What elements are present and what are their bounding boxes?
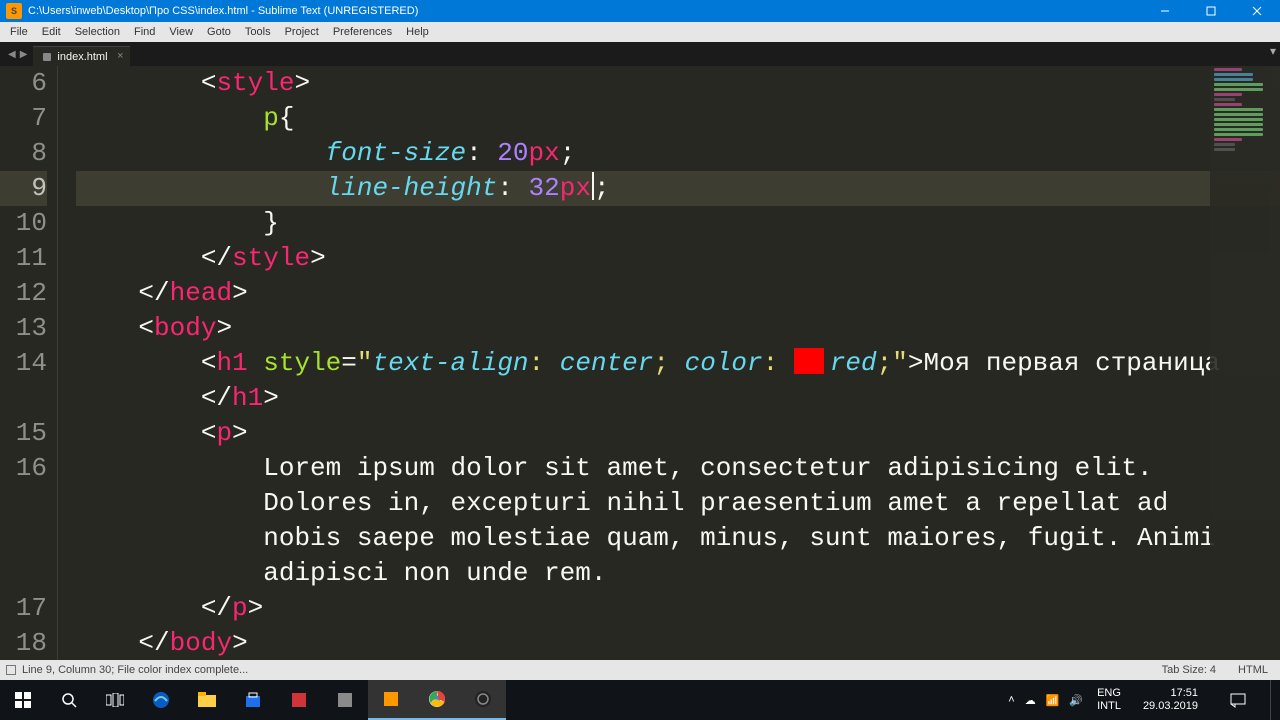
menu-view[interactable]: View	[163, 24, 199, 40]
status-tab-size[interactable]: Tab Size: 4	[1162, 664, 1216, 676]
tray-clock[interactable]: 17:5129.03.2019	[1135, 687, 1206, 713]
taskbar-explorer-icon[interactable]	[184, 680, 230, 720]
menu-edit[interactable]: Edit	[36, 24, 67, 40]
app-icon: S	[6, 3, 22, 19]
menu-file[interactable]: File	[4, 24, 34, 40]
taskbar-sublime-icon[interactable]	[368, 680, 414, 720]
taskbar-edge-icon[interactable]	[138, 680, 184, 720]
tab-history-back-icon[interactable]: ◀	[8, 49, 16, 60]
menu-help[interactable]: Help	[400, 24, 435, 40]
taskbar-store-icon[interactable]	[230, 680, 276, 720]
maximize-button[interactable]	[1188, 0, 1234, 22]
system-tray[interactable]: ˄ ☁ 📶 🔊 ENGINTL 17:5129.03.2019	[1004, 680, 1280, 720]
menu-project[interactable]: Project	[279, 24, 325, 40]
taskbar-app2-icon[interactable]	[322, 680, 368, 720]
status-text: Line 9, Column 30; File color index comp…	[22, 664, 248, 676]
notification-center-icon[interactable]	[1216, 680, 1260, 720]
menu-preferences[interactable]: Preferences	[327, 24, 398, 40]
minimize-button[interactable]	[1142, 0, 1188, 22]
code-editor[interactable]: 678910111213141516171819 <style> p{ font…	[0, 66, 1280, 660]
window-title-bar: S C:\Users\inweb\Desktop\Про CSS\index.h…	[0, 0, 1280, 22]
menu-tools[interactable]: Tools	[239, 24, 277, 40]
tab-label: index.html	[57, 51, 107, 63]
tray-volume-icon[interactable]: 🔊	[1069, 694, 1083, 707]
line-number-gutter: 678910111213141516171819	[0, 66, 58, 660]
taskbar-app1-icon[interactable]	[276, 680, 322, 720]
file-icon	[43, 53, 51, 61]
show-desktop-button[interactable]	[1270, 680, 1276, 720]
task-view-icon[interactable]	[92, 680, 138, 720]
search-icon[interactable]	[46, 680, 92, 720]
menu-find[interactable]: Find	[128, 24, 161, 40]
fold-column	[58, 66, 72, 660]
tab-overflow-icon[interactable]: ▾	[1270, 44, 1276, 58]
tab-history-fwd-icon[interactable]: ▶	[20, 49, 28, 60]
panel-switch-icon[interactable]	[6, 665, 16, 675]
menu-bar: FileEditSelectionFindViewGotoToolsProjec…	[0, 22, 1280, 42]
start-button[interactable]	[0, 680, 46, 720]
window-title: C:\Users\inweb\Desktop\Про CSS\index.htm…	[28, 5, 1142, 17]
tab-index-html[interactable]: index.html ×	[33, 46, 129, 66]
tray-onedrive-icon[interactable]: ☁	[1025, 694, 1036, 707]
minimap[interactable]	[1210, 66, 1280, 660]
tray-chevron-up-icon[interactable]: ˄	[1008, 694, 1014, 706]
status-language[interactable]: HTML	[1238, 664, 1268, 676]
tab-bar: ◀ ▶ index.html × ▾	[0, 42, 1280, 66]
tray-language[interactable]: ENGINTL	[1093, 687, 1125, 713]
menu-selection[interactable]: Selection	[69, 24, 126, 40]
status-bar: Line 9, Column 30; File color index comp…	[0, 660, 1280, 680]
tray-network-icon[interactable]: 📶	[1046, 694, 1060, 707]
menu-goto[interactable]: Goto	[201, 24, 237, 40]
taskbar-obs-icon[interactable]	[460, 680, 506, 720]
tab-close-icon[interactable]: ×	[117, 50, 123, 62]
windows-taskbar: ˄ ☁ 📶 🔊 ENGINTL 17:5129.03.2019	[0, 680, 1280, 720]
taskbar-chrome-icon[interactable]	[414, 680, 460, 720]
close-button[interactable]	[1234, 0, 1280, 22]
code-area[interactable]: <style> p{ font-size: 20px; line-height:…	[72, 66, 1280, 660]
